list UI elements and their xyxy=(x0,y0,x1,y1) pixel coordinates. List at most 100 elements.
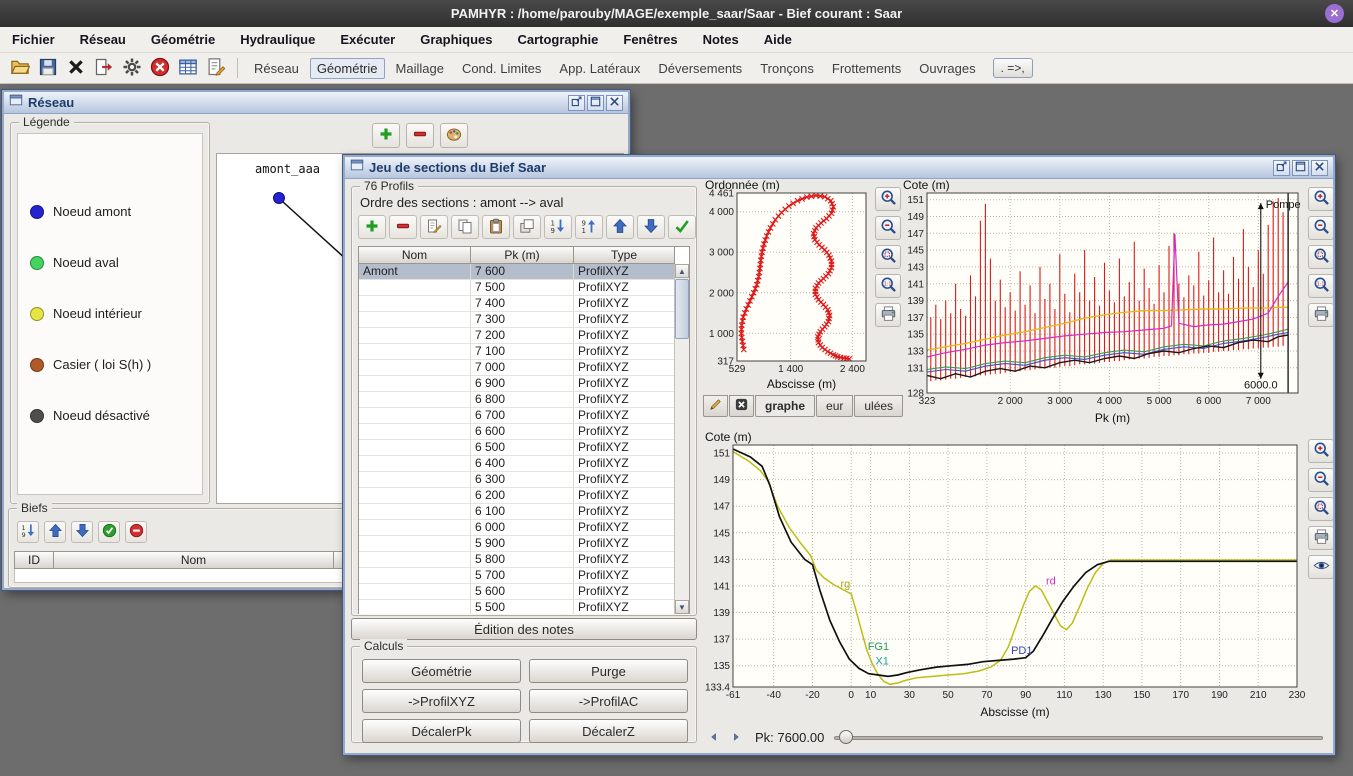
calc-purge-button[interactable]: Purge xyxy=(529,659,688,683)
profile-row[interactable]: 6 800ProfilXYZ xyxy=(359,392,675,408)
menu-geometrie[interactable]: Géométrie xyxy=(151,32,215,47)
biefs-arrow-up-button[interactable] xyxy=(44,521,66,543)
profile-row[interactable]: 6 300ProfilXYZ xyxy=(359,472,675,488)
previous-section-button[interactable] xyxy=(703,727,725,747)
plan-printer-button[interactable] xyxy=(875,303,901,327)
toolbar-deversements-button[interactable]: Déversements xyxy=(651,58,749,79)
toolbar-frottements-button[interactable]: Frottements xyxy=(825,58,908,79)
calc-decalerz-button[interactable]: DécalerZ xyxy=(529,719,688,743)
profile-row[interactable]: 6 900ProfilXYZ xyxy=(359,376,675,392)
profile-row[interactable]: 6 100ProfilXYZ xyxy=(359,504,675,520)
toolbar-cond-limites-button[interactable]: Cond. Limites xyxy=(455,58,548,79)
profiles-edit-button[interactable] xyxy=(420,215,448,239)
graph-tab-ulees[interactable]: ulées xyxy=(854,395,903,417)
toolbar-ouvrages-button[interactable]: Ouvrages xyxy=(912,58,982,79)
profiles-plus-button[interactable] xyxy=(358,215,386,239)
save-button[interactable] xyxy=(36,56,60,81)
pk-slider-track[interactable] xyxy=(834,736,1323,740)
toolbar-app-lateraux-button[interactable]: App. Latéraux xyxy=(552,58,647,79)
profile-row[interactable]: 7 200ProfilXYZ xyxy=(359,328,675,344)
reseau-window-titlebar[interactable]: Réseau xyxy=(4,92,628,114)
calc-profilxyz-button[interactable]: ->ProfilXYZ xyxy=(362,689,521,713)
plan-zoom-in-button[interactable] xyxy=(875,187,901,211)
profiles-layers-button[interactable] xyxy=(513,215,541,239)
profile-row[interactable]: 6 500ProfilXYZ xyxy=(359,440,675,456)
longitudinal-chart[interactable]: Pompe6000.03232 0003 0004 0005 0006 0007… xyxy=(901,179,1307,425)
profiles-sort-up-button[interactable]: 91 xyxy=(575,215,603,239)
calc-decalerpk-button[interactable]: DécalerPk xyxy=(362,719,521,743)
pk-slider-handle[interactable] xyxy=(839,730,853,744)
cross-zoom-in-button[interactable] xyxy=(1308,439,1333,463)
calc-profilac-button[interactable]: ->ProfilAC xyxy=(529,689,688,713)
biefs-check-circle-button[interactable] xyxy=(98,521,120,543)
canvas-palette-button[interactable] xyxy=(440,123,468,148)
next-section-button[interactable] xyxy=(725,727,747,747)
profile-row[interactable]: 6 000ProfilXYZ xyxy=(359,520,675,536)
scrollbar-thumb[interactable] xyxy=(675,279,689,339)
biefs-sort-down-button[interactable]: 19 xyxy=(17,521,39,543)
cross-zoom-fit-button[interactable] xyxy=(1308,497,1333,521)
profile-row[interactable]: 5 700ProfilXYZ xyxy=(359,568,675,584)
table-button[interactable] xyxy=(176,56,200,81)
menu-fenetres[interactable]: Fenêtres xyxy=(623,32,677,47)
graph-tab-pencil[interactable] xyxy=(703,395,728,417)
biefs-arrow-down-button[interactable] xyxy=(71,521,93,543)
biefs-column-id[interactable]: ID xyxy=(14,551,54,569)
profile-row[interactable]: 6 700ProfilXYZ xyxy=(359,408,675,424)
toolbar-geometrie-button[interactable]: Géométrie xyxy=(310,58,385,79)
profile-row[interactable]: 7 300ProfilXYZ xyxy=(359,312,675,328)
plan-zoom-11-button[interactable]: 1:1 xyxy=(875,274,901,298)
profile-row[interactable]: 5 900ProfilXYZ xyxy=(359,536,675,552)
sections-window-restore-button[interactable] xyxy=(1273,160,1290,176)
profiles-column-nom[interactable]: Nom xyxy=(359,247,471,264)
menu-aide[interactable]: Aide xyxy=(764,32,792,47)
settings-button[interactable] xyxy=(120,56,144,81)
profile-row[interactable]: 5 500ProfilXYZ xyxy=(359,600,675,614)
long-zoom-11-button[interactable]: 1:1 xyxy=(1308,274,1333,298)
toolbar-reseau-button[interactable]: Réseau xyxy=(247,58,306,79)
cross-zoom-out-button[interactable] xyxy=(1308,468,1333,492)
app-close-button[interactable]: ✕ xyxy=(1325,4,1344,23)
calc-geometrie-button[interactable]: Géométrie xyxy=(362,659,521,683)
sections-window-max-button[interactable] xyxy=(1292,160,1309,176)
long-zoom-fit-button[interactable] xyxy=(1308,245,1333,269)
long-zoom-out-button[interactable] xyxy=(1308,216,1333,240)
menu-hydraulique[interactable]: Hydraulique xyxy=(240,32,315,47)
profile-row[interactable]: 7 500ProfilXYZ xyxy=(359,280,675,296)
scroll-up-icon[interactable]: ▲ xyxy=(675,264,689,278)
canvas-plus-button[interactable] xyxy=(372,123,400,148)
menu-notes[interactable]: Notes xyxy=(703,32,739,47)
profiles-column-type[interactable]: Type xyxy=(574,247,675,264)
menu-reseau[interactable]: Réseau xyxy=(80,32,126,47)
scroll-down-icon[interactable]: ▼ xyxy=(675,600,689,614)
profile-row[interactable]: 7 100ProfilXYZ xyxy=(359,344,675,360)
notes-button[interactable] xyxy=(204,56,228,81)
long-zoom-in-button[interactable] xyxy=(1308,187,1333,211)
table-scrollbar[interactable]: ▲ ▼ xyxy=(674,264,689,614)
plan-zoom-out-button[interactable] xyxy=(875,216,901,240)
profile-row[interactable]: 6 200ProfilXYZ xyxy=(359,488,675,504)
cross-section-chart[interactable]: rgFG1X1PD1rd-61-40-200103050709011013015… xyxy=(703,431,1307,719)
export-button[interactable] xyxy=(92,56,116,81)
menu-cartographie[interactable]: Cartographie xyxy=(517,32,598,47)
toolbar-maillage-button[interactable]: Maillage xyxy=(389,58,451,79)
graph-tab-graphe[interactable]: graphe xyxy=(755,395,815,417)
profile-row[interactable]: 6 600ProfilXYZ xyxy=(359,424,675,440)
graph-tab-eur[interactable]: eur xyxy=(816,395,853,417)
profile-row[interactable]: Amont7 600ProfilXYZ xyxy=(359,264,675,280)
biefs-column-nom[interactable]: Nom xyxy=(54,551,334,569)
profile-row[interactable]: 7 000ProfilXYZ xyxy=(359,360,675,376)
reseau-window-close-button[interactable] xyxy=(606,95,623,111)
menu-executer[interactable]: Exécuter xyxy=(340,32,395,47)
reseau-window-restore-button[interactable] xyxy=(568,95,585,111)
cross-printer-button[interactable] xyxy=(1308,526,1333,550)
close-button[interactable] xyxy=(64,56,88,81)
profiles-copy-button[interactable] xyxy=(451,215,479,239)
profile-row[interactable]: 7 400ProfilXYZ xyxy=(359,296,675,312)
stop-button[interactable] xyxy=(148,56,172,81)
profile-row[interactable]: 6 400ProfilXYZ xyxy=(359,456,675,472)
menu-fichier[interactable]: Fichier xyxy=(12,32,55,47)
long-printer-button[interactable] xyxy=(1308,303,1333,327)
profile-row[interactable]: 5 800ProfilXYZ xyxy=(359,552,675,568)
profiles-arrow-down-button[interactable] xyxy=(637,215,665,239)
